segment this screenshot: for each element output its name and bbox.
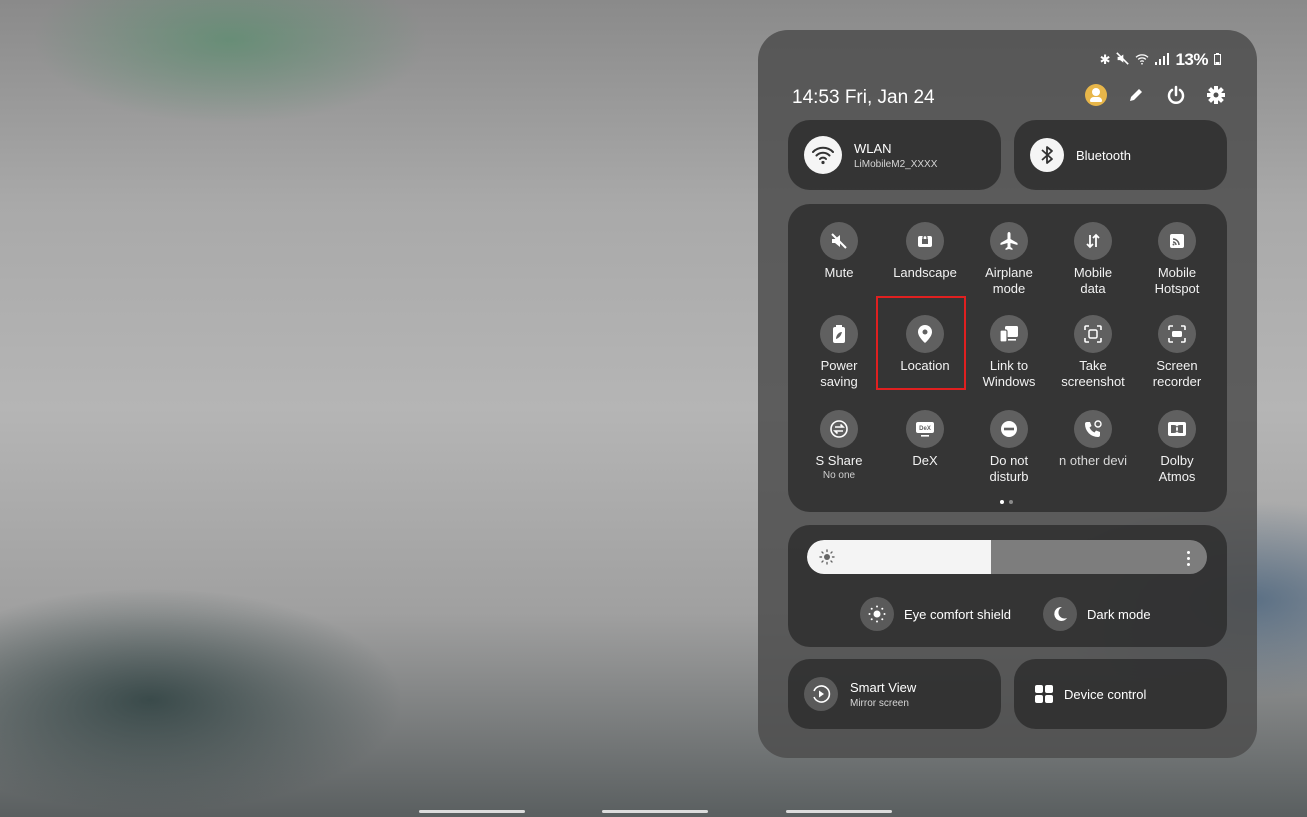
bluetooth-icon (1030, 138, 1064, 172)
account-avatar[interactable] (1085, 84, 1107, 106)
svg-text:DeX: DeX (919, 426, 931, 432)
toggle-label: Dolby Atmos (1158, 453, 1196, 484)
quick-settings-panel: ✱ 13% 14:53 Fri, Jan 24 WLAN LiMobileM2_… (758, 30, 1257, 758)
smart-view-icon (804, 677, 838, 711)
toggle-landscape[interactable]: Landscape (880, 222, 970, 281)
page-dot-active (1000, 500, 1004, 504)
mobile-data-icon (1074, 222, 1112, 260)
toggle-label: Screen recorder (1152, 358, 1202, 389)
wifi-status-icon (1135, 53, 1149, 68)
toggle-screen-recorder[interactable]: Screen recorder (1132, 315, 1222, 390)
toggle-label: Landscape (893, 265, 957, 280)
brightness-panel: Eye comfort shield Dark mode (788, 525, 1227, 647)
toggle-label: Do not disturb (989, 453, 1029, 484)
airplane-icon (990, 222, 1028, 260)
device-control-title: Device control (1064, 686, 1147, 702)
location-highlight-box (876, 296, 966, 390)
toggle-take-screenshot[interactable]: Take screenshot (1048, 315, 1138, 390)
toggle-mute[interactable]: Mute (794, 222, 884, 281)
nav-hint-center[interactable] (602, 810, 708, 813)
device-control-tile[interactable]: Device control (1014, 659, 1227, 729)
hotspot-icon (1158, 222, 1196, 260)
toggle-label: S Share (815, 453, 863, 468)
bluetooth-title: Bluetooth (1076, 147, 1131, 163)
toggle-link-to-windows[interactable]: Link to Windows (964, 315, 1054, 390)
moon-icon (1043, 597, 1077, 631)
smart-view-title: Smart View (850, 679, 917, 695)
toggle-label: Mobile data (1073, 265, 1113, 296)
date: Fri, Jan 24 (844, 87, 935, 108)
toggle-label: Take screenshot (1061, 358, 1125, 389)
battery-percent: 13% (1175, 50, 1208, 69)
smart-view-sub: Mirror screen (850, 697, 909, 709)
dolby-icon (1158, 410, 1196, 448)
toggle-dex[interactable]: DeX DeX (880, 410, 970, 469)
settings-gear-icon[interactable] (1205, 84, 1227, 106)
eye-comfort-icon (860, 597, 894, 631)
quick-toggle-grid: Mute Landscape Airplane mode Mobile data… (788, 204, 1227, 512)
mute-status-icon (1116, 52, 1130, 68)
toggle-label: DeX (912, 453, 938, 468)
s-share-icon (820, 410, 858, 448)
datetime[interactable]: 14:53 Fri, Jan 24 (792, 87, 935, 109)
bluetooth-tile[interactable]: Bluetooth (1014, 120, 1227, 190)
nav-hint-right (786, 810, 892, 813)
nav-hint-left (419, 810, 525, 813)
toggle-label: n other devi (1059, 453, 1127, 468)
dex-icon: DeX (906, 410, 944, 448)
brightness-sun-icon (819, 549, 835, 565)
dark-mode-label: Dark mode (1087, 606, 1151, 622)
toggle-label: Power saving (820, 358, 858, 389)
toggle-mobile-data[interactable]: Mobile data (1048, 222, 1138, 297)
wlan-tile[interactable]: WLAN LiMobileM2_XXXX (788, 120, 1001, 190)
wlan-network: LiMobileM2_XXXX (854, 158, 938, 170)
device-control-icon (1034, 684, 1054, 704)
toggle-dolby-atmos[interactable]: Dolby Atmos (1132, 410, 1222, 485)
eye-comfort-label: Eye comfort shield (904, 606, 1011, 622)
brightness-more-icon[interactable] (1187, 548, 1191, 569)
landscape-lock-icon (906, 222, 944, 260)
battery-icon (1214, 52, 1221, 69)
dark-mode-button[interactable]: Dark mode (1043, 597, 1151, 631)
status-bar: ✱ 13% (1100, 50, 1221, 70)
do-not-disturb-icon (990, 410, 1028, 448)
toggle-mobile-hotspot[interactable]: Mobile Hotspot (1132, 222, 1222, 297)
page-dot (1009, 500, 1013, 504)
toggle-s-share[interactable]: S Share No one (794, 410, 884, 481)
wifi-icon (804, 136, 842, 174)
link-windows-icon (990, 315, 1028, 353)
toggle-airplane[interactable]: Airplane mode (964, 222, 1054, 297)
toggle-sublabel: No one (822, 470, 856, 481)
brightness-slider[interactable] (807, 540, 1207, 574)
edit-pencil-icon[interactable] (1125, 84, 1147, 106)
clock: 14:53 (792, 87, 840, 108)
smart-view-tile[interactable]: Smart View Mirror screen (788, 659, 1001, 729)
toggle-label: Mute (824, 265, 854, 280)
eye-comfort-button[interactable]: Eye comfort shield (860, 597, 1011, 631)
toggle-do-not-disturb[interactable]: Do not disturb (964, 410, 1054, 485)
battery-leaf-icon (820, 315, 858, 353)
screen-recorder-icon (1158, 315, 1196, 353)
toggle-power-saving[interactable]: Power saving (794, 315, 884, 390)
page-indicator (1000, 500, 1013, 504)
wlan-title: WLAN (854, 140, 892, 156)
header-actions (1085, 84, 1227, 106)
power-icon[interactable] (1165, 84, 1187, 106)
mute-icon (820, 222, 858, 260)
toggle-call-other-devices[interactable]: n other devi (1048, 410, 1138, 469)
toggle-label: Mobile Hotspot (1154, 265, 1200, 296)
signal-status-icon (1155, 52, 1170, 68)
toggle-label: Airplane mode (985, 265, 1033, 296)
call-other-devices-icon (1074, 410, 1112, 448)
screenshot-icon (1074, 315, 1112, 353)
bluetooth-status-icon: ✱ (1099, 52, 1111, 67)
toggle-label: Link to Windows (982, 358, 1036, 389)
